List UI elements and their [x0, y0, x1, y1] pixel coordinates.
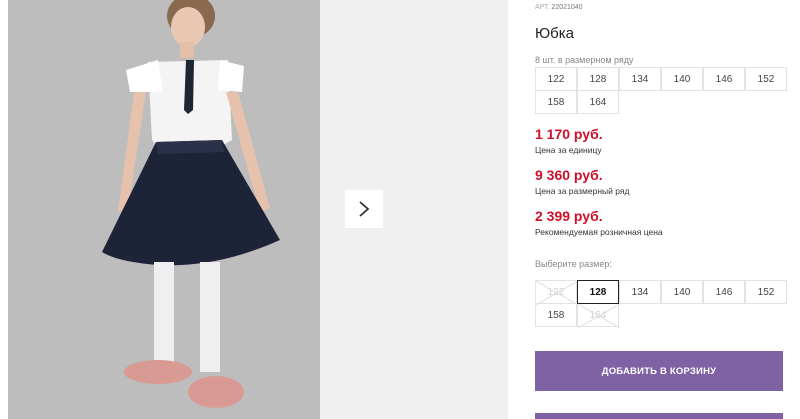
pack-size-cell: 158 — [535, 90, 577, 114]
product-photo[interactable] — [8, 0, 320, 419]
next-photo-button[interactable] — [345, 190, 383, 228]
pack-caption: 8 шт. в размерном ряду — [535, 55, 634, 65]
pack-size-cell: 140 — [661, 67, 703, 91]
add-to-cart-button[interactable]: ДОБАВИТЬ В КОРЗИНУ — [535, 351, 783, 391]
pack-size-cell: 122 — [535, 67, 577, 91]
pack-size-cell: 164 — [577, 90, 619, 114]
retail-price-note: Рекомендуемая розничная цена — [535, 227, 663, 237]
unit-price: 1 170 руб. — [535, 126, 603, 142]
retail-price: 2 399 руб. — [535, 208, 603, 224]
size-option[interactable]: 140 — [661, 280, 703, 304]
pack-price: 9 360 руб. — [535, 167, 603, 183]
article-number: 22021040 — [551, 4, 583, 11]
pack-size-cell: 152 — [745, 67, 787, 91]
select-size-caption: Выберите размер: — [535, 259, 612, 269]
pack-price-note: Цена за размерный ряд — [535, 186, 630, 196]
size-option[interactable]: 134 — [619, 280, 661, 304]
size-option[interactable]: 158 — [535, 303, 577, 327]
size-option[interactable]: 152 — [745, 280, 787, 304]
unavailable-cross-icon — [536, 281, 578, 305]
size-option[interactable]: 146 — [703, 280, 745, 304]
article-label: АРТ. — [535, 4, 550, 11]
pack-size-cell: 134 — [619, 67, 661, 91]
pack-size-cell: 128 — [577, 67, 619, 91]
product-title: Юбка — [535, 25, 574, 42]
chevron-right-icon — [359, 201, 370, 217]
product-gallery — [8, 0, 508, 419]
size-option-unavailable: 164 — [577, 303, 620, 328]
article-line: АРТ. 22021040 — [535, 4, 583, 11]
size-option-unavailable: 122 — [535, 280, 578, 305]
secondary-button-edge[interactable] — [535, 413, 783, 419]
pack-size-cell: 146 — [703, 67, 745, 91]
unavailable-cross-icon — [578, 304, 620, 328]
unit-price-note: Цена за единицу — [535, 145, 602, 155]
select-size-grid: 122 128 134 140 146 152 158 164 — [535, 280, 787, 328]
size-option-selected[interactable]: 128 — [577, 280, 619, 304]
girl-in-skirt-image — [8, 0, 320, 419]
pack-size-grid: 122 128 134 140 146 152 158 164 — [535, 67, 787, 114]
